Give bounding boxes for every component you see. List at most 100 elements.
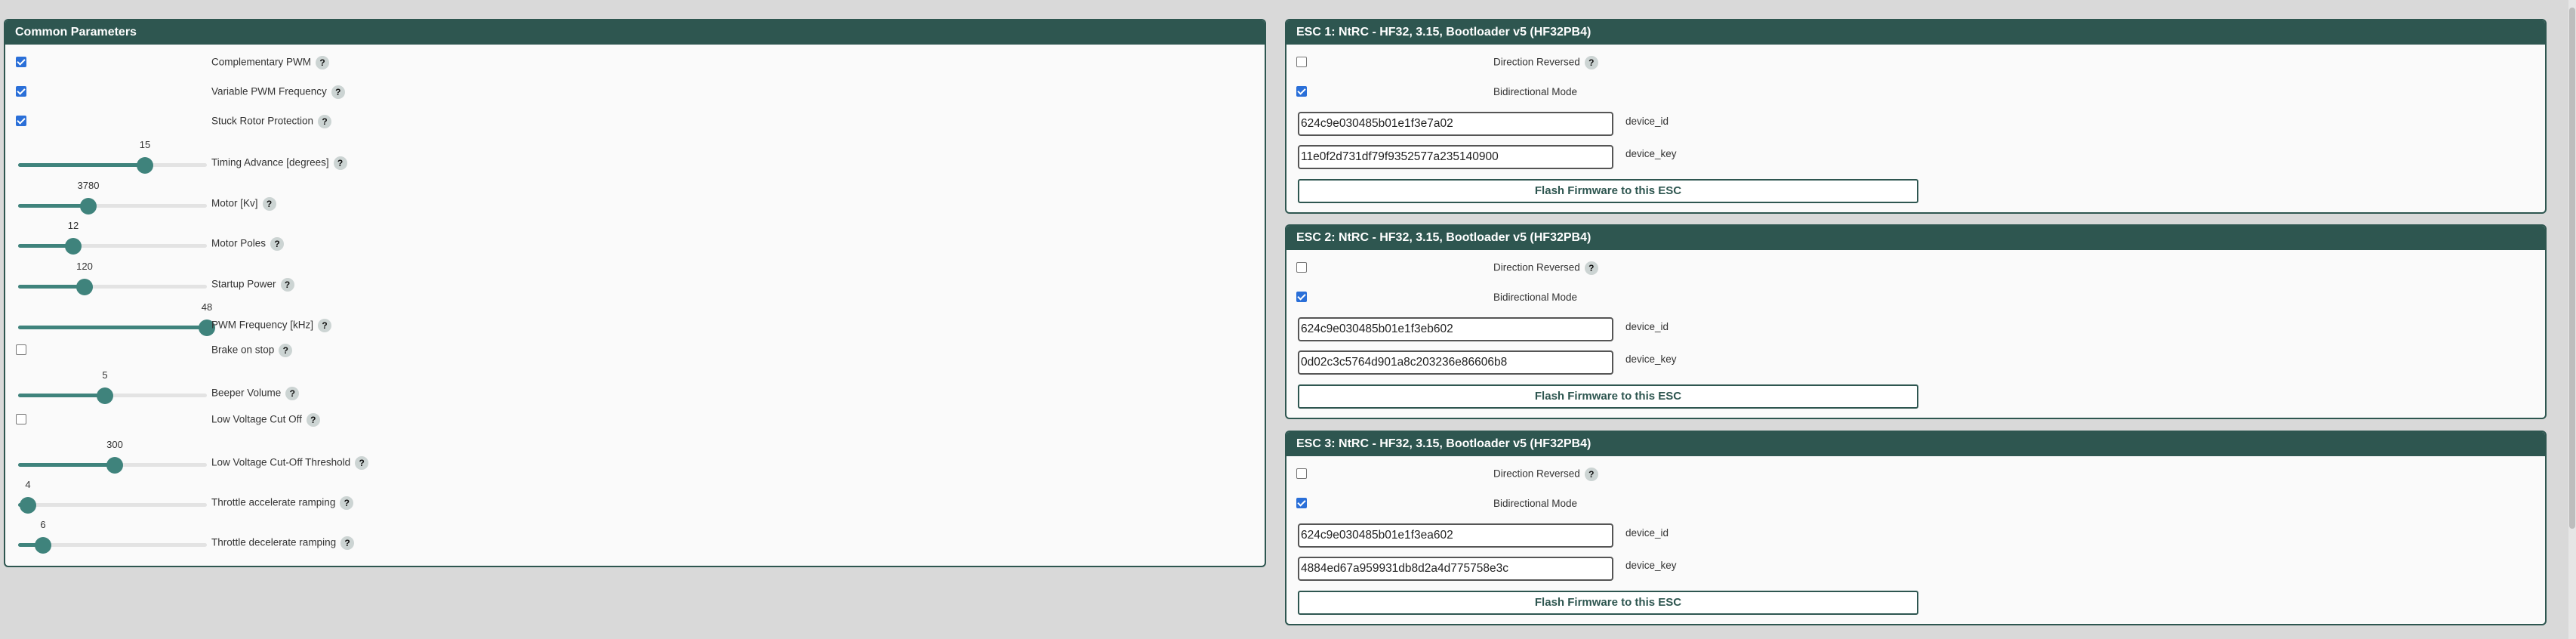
device-id-label: device_id bbox=[1625, 116, 1669, 127]
throttle-accel-label: Throttle accelerate ramping bbox=[211, 496, 336, 508]
complementary-pwm-label: Complementary PWM bbox=[211, 56, 312, 68]
slider-value: 6 bbox=[40, 519, 46, 530]
throttle-accel-row: Throttle accelerate ramping? bbox=[211, 496, 354, 510]
help-icon[interactable]: ? bbox=[318, 319, 332, 332]
low-voltage-threshold-slider[interactable]: 300 bbox=[18, 439, 207, 474]
stuck-rotor-row: Stuck Rotor Protection? bbox=[211, 115, 332, 128]
slider-value: 300 bbox=[106, 439, 123, 450]
complementary-pwm-row: Complementary PWM? bbox=[211, 56, 330, 69]
motor-kv-row: Motor [Kv]? bbox=[211, 197, 276, 211]
help-icon[interactable]: ? bbox=[280, 278, 294, 292]
help-icon[interactable]: ? bbox=[306, 413, 320, 427]
bidirectional-mode-checkbox[interactable] bbox=[1296, 292, 1307, 302]
direction-reversed-checkbox[interactable] bbox=[1296, 262, 1307, 273]
throttle-decel-slider[interactable]: 6 bbox=[18, 519, 207, 554]
bidirectional-mode-checkbox[interactable] bbox=[1296, 498, 1307, 508]
common-parameters-title: Common Parameters bbox=[5, 20, 1265, 45]
slider-value: 3780 bbox=[77, 180, 100, 191]
help-icon[interactable]: ? bbox=[1584, 261, 1598, 275]
direction-reversed-row: Direction Reversed? bbox=[1493, 468, 1598, 481]
device-id-label: device_id bbox=[1625, 527, 1669, 539]
device-key-input[interactable]: 0d02c3c5764d901a8c203236e86606b8 bbox=[1298, 350, 1613, 375]
slider-thumb[interactable] bbox=[76, 279, 93, 295]
help-icon[interactable]: ? bbox=[262, 197, 276, 211]
complementary-pwm-checkbox[interactable] bbox=[16, 57, 26, 67]
esc-1-panel: ESC 1: NtRC - HF32, 3.15, Bootloader v5 … bbox=[1285, 19, 2547, 214]
help-icon[interactable]: ? bbox=[318, 115, 332, 128]
device-id-input[interactable]: 624c9e030485b01e1f3e7a02 bbox=[1298, 112, 1613, 136]
slider-fill bbox=[18, 394, 105, 397]
beeper-volume-slider[interactable]: 5 bbox=[18, 369, 207, 404]
direction-reversed-label: Direction Reversed bbox=[1493, 468, 1580, 480]
help-icon[interactable]: ? bbox=[355, 456, 369, 470]
bidirectional-mode-label: Bidirectional Mode bbox=[1493, 292, 1578, 303]
direction-reversed-checkbox[interactable] bbox=[1296, 468, 1307, 479]
direction-reversed-checkbox[interactable] bbox=[1296, 57, 1307, 67]
slider-thumb[interactable] bbox=[65, 238, 82, 255]
slider-thumb[interactable] bbox=[97, 387, 113, 404]
device-key-input[interactable]: 4884ed67a959931db8d2a4d775758e3c bbox=[1298, 557, 1613, 581]
device-id-label: device_id bbox=[1625, 321, 1669, 332]
motor-kv-slider[interactable]: 3780 bbox=[18, 180, 207, 215]
flash-firmware-button[interactable]: Flash Firmware to this ESC bbox=[1298, 179, 1918, 203]
direction-reversed-label: Direction Reversed bbox=[1493, 56, 1580, 68]
stuck-rotor-checkbox[interactable] bbox=[16, 116, 26, 126]
direction-reversed-row: Direction Reversed? bbox=[1493, 56, 1598, 69]
device-key-label: device_key bbox=[1625, 148, 1677, 159]
esc-title: ESC 3: NtRC - HF32, 3.15, Bootloader v5 … bbox=[1286, 432, 2545, 456]
slider-thumb[interactable] bbox=[80, 198, 97, 215]
low-voltage-cutoff-row: Low Voltage Cut Off? bbox=[211, 413, 320, 427]
slider-thumb[interactable] bbox=[35, 537, 51, 554]
slider-thumb[interactable] bbox=[20, 497, 36, 514]
help-icon[interactable]: ? bbox=[279, 344, 293, 357]
slider-fill bbox=[18, 204, 88, 208]
pwm-frequency-slider[interactable]: 48 bbox=[18, 301, 215, 336]
beeper-volume-row: Beeper Volume? bbox=[211, 387, 300, 400]
timing-advance-slider[interactable]: 15 bbox=[18, 139, 207, 174]
direction-reversed-label: Direction Reversed bbox=[1493, 261, 1580, 273]
motor-kv-label: Motor [Kv] bbox=[211, 197, 258, 209]
device-key-label: device_key bbox=[1625, 353, 1677, 365]
help-icon[interactable]: ? bbox=[1584, 468, 1598, 481]
slider-fill bbox=[18, 285, 85, 289]
motor-poles-slider[interactable]: 12 bbox=[18, 220, 207, 255]
slider-fill bbox=[18, 463, 115, 467]
device-key-input[interactable]: 11e0f2d731df79f9352577a235140900 bbox=[1298, 145, 1613, 169]
low-voltage-cutoff-checkbox[interactable] bbox=[16, 414, 26, 424]
low-voltage-threshold-label: Low Voltage Cut-Off Threshold bbox=[211, 456, 351, 468]
help-icon[interactable]: ? bbox=[270, 237, 285, 251]
slider-track bbox=[18, 503, 207, 507]
page-scrollbar[interactable] bbox=[2568, 0, 2576, 639]
device-id-input[interactable]: 624c9e030485b01e1f3eb602 bbox=[1298, 317, 1613, 341]
brake-on-stop-checkbox[interactable] bbox=[16, 344, 26, 355]
slider-thumb[interactable] bbox=[137, 157, 153, 174]
brake-on-stop-row: Brake on stop? bbox=[211, 344, 293, 357]
flash-firmware-button[interactable]: Flash Firmware to this ESC bbox=[1298, 591, 1918, 615]
slider-thumb[interactable] bbox=[106, 457, 123, 474]
throttle-accel-slider[interactable]: 4 bbox=[18, 479, 207, 514]
slider-value: 15 bbox=[139, 139, 151, 150]
help-icon[interactable]: ? bbox=[340, 536, 355, 550]
variable-pwm-checkbox[interactable] bbox=[16, 86, 26, 97]
slider-value: 4 bbox=[25, 479, 31, 490]
help-icon[interactable]: ? bbox=[340, 496, 354, 510]
flash-firmware-button[interactable]: Flash Firmware to this ESC bbox=[1298, 384, 1918, 409]
beeper-volume-label: Beeper Volume bbox=[211, 387, 282, 399]
scrollbar-thumb[interactable] bbox=[2569, 8, 2575, 529]
startup-power-row: Startup Power? bbox=[211, 278, 294, 292]
bidirectional-mode-label: Bidirectional Mode bbox=[1493, 86, 1578, 97]
startup-power-slider[interactable]: 120 bbox=[18, 261, 207, 295]
timing-advance-row: Timing Advance [degrees]? bbox=[211, 156, 347, 170]
low-voltage-threshold-row: Low Voltage Cut-Off Threshold? bbox=[211, 456, 369, 470]
device-id-input[interactable]: 624c9e030485b01e1f3ea602 bbox=[1298, 523, 1613, 548]
help-icon[interactable]: ? bbox=[285, 387, 300, 400]
slider-value: 48 bbox=[201, 301, 213, 313]
help-icon[interactable]: ? bbox=[333, 156, 347, 170]
pwm-frequency-label: PWM Frequency [kHz] bbox=[211, 319, 314, 331]
startup-power-label: Startup Power bbox=[211, 278, 276, 290]
esc-title: ESC 2: NtRC - HF32, 3.15, Bootloader v5 … bbox=[1286, 226, 2545, 250]
help-icon[interactable]: ? bbox=[331, 85, 345, 99]
bidirectional-mode-checkbox[interactable] bbox=[1296, 86, 1307, 97]
help-icon[interactable]: ? bbox=[1584, 56, 1598, 69]
help-icon[interactable]: ? bbox=[316, 56, 330, 69]
